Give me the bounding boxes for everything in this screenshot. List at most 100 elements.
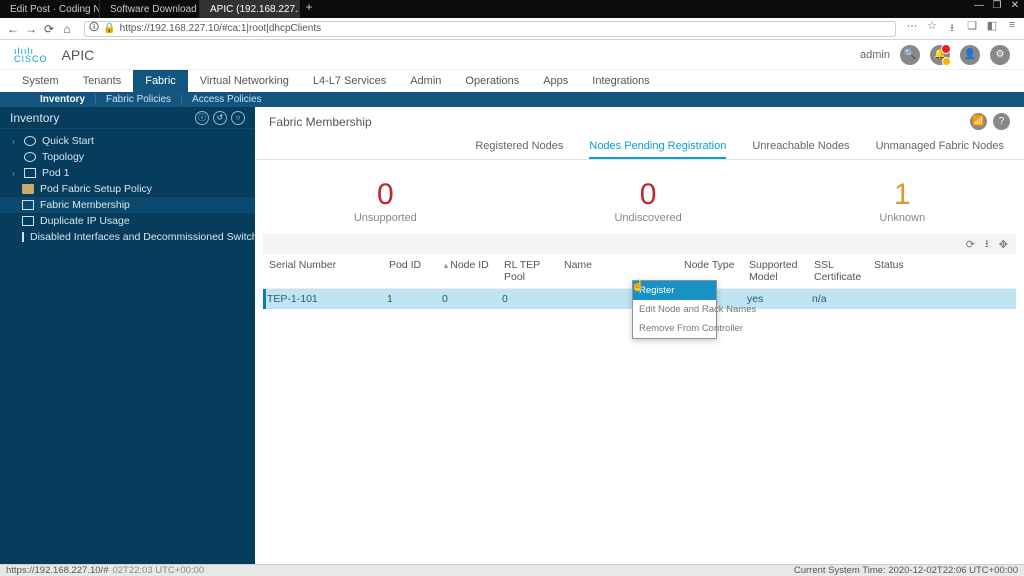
ctx-edit-node[interactable]: Edit Node and Rack Names	[633, 300, 716, 319]
page-action-stats-icon[interactable]: 📶	[970, 113, 987, 130]
col-nodeid[interactable]: Node ID	[442, 259, 502, 283]
nav-fabric[interactable]: Fabric	[133, 70, 188, 92]
ctx-remove[interactable]: Remove From Controller	[633, 319, 716, 338]
tree-label: Pod Fabric Setup Policy	[40, 183, 152, 195]
ellipsis-icon[interactable]: ⋯	[906, 19, 918, 38]
star-icon[interactable]: ☆	[926, 19, 938, 38]
new-tab-button[interactable]: +	[300, 0, 318, 18]
nav-apps[interactable]: Apps	[531, 70, 580, 92]
membership-tabs: Registered Nodes Nodes Pending Registrat…	[255, 136, 1024, 160]
nav-operations[interactable]: Operations	[453, 70, 531, 92]
tab-label: APIC (192.168.227.10)	[210, 4, 300, 15]
sidebar-title: Inventory	[10, 111, 59, 125]
globe-icon	[24, 152, 36, 162]
user-icon[interactable]: 👤	[960, 45, 980, 65]
shield-icon: 🛈	[89, 20, 99, 37]
tree-pod1[interactable]: ›Pod 1	[0, 165, 255, 181]
tab-unreachable[interactable]: Unreachable Nodes	[752, 140, 849, 159]
cell-node: 0	[442, 293, 502, 305]
table-download-icon[interactable]: ⭳	[985, 235, 989, 254]
tree-pod-fabric-setup[interactable]: Pod Fabric Setup Policy	[0, 181, 255, 197]
sidebar: Inventory ⓘ ↺ ○ ›Quick Start Topology ›P…	[0, 107, 255, 564]
window-close-button[interactable]: ✕	[1006, 0, 1024, 11]
nav-reload-icon[interactable]: ⟳	[42, 22, 56, 36]
url-input[interactable]: 🛈 🔒 https://192.168.227.10/#ca:1|root|dh…	[84, 21, 896, 37]
nav-home-icon[interactable]: ⌂	[60, 22, 74, 36]
list-icon	[22, 232, 24, 242]
sidebar-action-3-icon[interactable]: ○	[231, 111, 245, 125]
menu-icon[interactable]: ≡	[1006, 19, 1018, 38]
context-menu: Register Edit Node and Rack Names Remove…	[632, 280, 717, 339]
tree-topology[interactable]: Topology	[0, 149, 255, 165]
table-refresh-icon[interactable]: ⟳	[966, 238, 975, 251]
apic-header: ılıılı CISCO APIC admin 🔍 🔔 👤 ⚙	[0, 40, 1024, 70]
tree-label: Pod 1	[42, 167, 69, 179]
sub-nav: Inventory Fabric Policies Access Policie…	[0, 92, 1024, 107]
tab-unmanaged[interactable]: Unmanaged Fabric Nodes	[876, 140, 1004, 159]
search-icon[interactable]: 🔍	[900, 45, 920, 65]
cisco-logo: ılıılı CISCO	[14, 47, 48, 63]
window-maximize-button[interactable]: ❐	[988, 0, 1006, 11]
download-icon[interactable]: ⭳	[946, 19, 958, 38]
table-tools-icon[interactable]: ✥	[999, 238, 1008, 251]
tree-fabric-membership[interactable]: Fabric Membership	[0, 197, 255, 213]
statusbar-system-time: Current System Time: 2020-12-02T22:06 UT…	[794, 565, 1018, 576]
nav-l4l7[interactable]: L4-L7 Services	[301, 70, 398, 92]
col-serial[interactable]: Serial Number	[267, 259, 387, 283]
nav-tenants[interactable]: Tenants	[71, 70, 134, 92]
nav-back-icon[interactable]: ←	[6, 22, 20, 36]
tree-disabled-interfaces[interactable]: Disabled Interfaces and Decommissioned S…	[0, 229, 255, 245]
browser-address-bar: ← → ⟳ ⌂ 🛈 🔒 https://192.168.227.10/#ca:1…	[0, 18, 1024, 40]
subnav-inventory[interactable]: Inventory	[30, 94, 95, 105]
col-status[interactable]: Status	[872, 259, 932, 283]
ctx-register[interactable]: Register	[633, 281, 716, 300]
tab-registered[interactable]: Registered Nodes	[475, 140, 563, 159]
user-label[interactable]: admin	[860, 49, 890, 61]
tree-duplicate-ip[interactable]: Duplicate IP Usage	[0, 213, 255, 229]
library-icon[interactable]: ❏	[966, 19, 978, 38]
cube-icon	[24, 168, 36, 178]
page-title-row: Fabric Membership 📶 ?	[255, 107, 1024, 136]
tree-label: Quick Start	[42, 135, 94, 147]
col-ssl[interactable]: SSL Certificate	[812, 259, 872, 283]
col-model[interactable]: Supported Model	[747, 259, 812, 283]
stat-unknown: 1 Unknown	[879, 178, 925, 224]
page-help-icon[interactable]: ?	[993, 113, 1010, 130]
tab-label: Software Download - Cisco Sy	[110, 4, 200, 15]
cell-model: yes	[747, 293, 812, 305]
subnav-access-policies[interactable]: Access Policies	[181, 94, 271, 105]
stat-label: Unsupported	[354, 212, 417, 224]
browser-tab-0[interactable]: Edit Post · Coding Networks B ×	[0, 0, 100, 18]
cisco-word: CISCO	[14, 55, 48, 63]
gear-icon[interactable]: ⚙	[990, 45, 1010, 65]
sidebar-icon[interactable]: ◧	[986, 19, 998, 38]
browser-tab-2[interactable]: APIC (192.168.227.10) ×	[200, 0, 300, 18]
nav-forward-icon[interactable]: →	[24, 22, 38, 36]
stat-undiscovered: 0 Undiscovered	[614, 178, 681, 224]
col-podid[interactable]: Pod ID	[387, 259, 442, 283]
stats-row: 0 Unsupported 0 Undiscovered 1 Unknown	[255, 160, 1024, 234]
page-title: Fabric Membership	[269, 115, 372, 129]
main-nav: System Tenants Fabric Virtual Networking…	[0, 70, 1024, 92]
browser-toolbar-right: ⋯ ☆ ⭳ ❏ ◧ ≡	[906, 19, 1018, 38]
tab-pending[interactable]: Nodes Pending Registration	[589, 140, 726, 159]
alerts-icon[interactable]: 🔔	[930, 45, 950, 65]
window-minimize-button[interactable]: —	[970, 0, 988, 11]
browser-tab-1[interactable]: Software Download - Cisco Sy ×	[100, 0, 200, 18]
sidebar-action-2-icon[interactable]: ↺	[213, 111, 227, 125]
nav-admin[interactable]: Admin	[398, 70, 453, 92]
statusbar-time-left: 02T22:03 UTC+00:00	[112, 565, 204, 576]
nav-integrations[interactable]: Integrations	[580, 70, 661, 92]
tree-label: Disabled Interfaces and Decommissioned S…	[30, 231, 269, 243]
sidebar-action-1-icon[interactable]: ⓘ	[195, 111, 209, 125]
nav-system[interactable]: System	[10, 70, 71, 92]
url-text: https://192.168.227.10/#ca:1|root|dhcpCl…	[120, 23, 891, 34]
tree-quick-start[interactable]: ›Quick Start	[0, 133, 255, 149]
sidebar-tree: ›Quick Start Topology ›Pod 1 Pod Fabric …	[0, 129, 255, 249]
main-panel: Fabric Membership 📶 ? Registered Nodes N…	[255, 107, 1024, 564]
subnav-fabric-policies[interactable]: Fabric Policies	[95, 94, 181, 105]
lock-icon: 🔒	[103, 23, 115, 34]
nav-virtual-networking[interactable]: Virtual Networking	[188, 70, 301, 92]
stat-label: Undiscovered	[614, 212, 681, 224]
col-rltep[interactable]: RL TEP Pool	[502, 259, 562, 283]
